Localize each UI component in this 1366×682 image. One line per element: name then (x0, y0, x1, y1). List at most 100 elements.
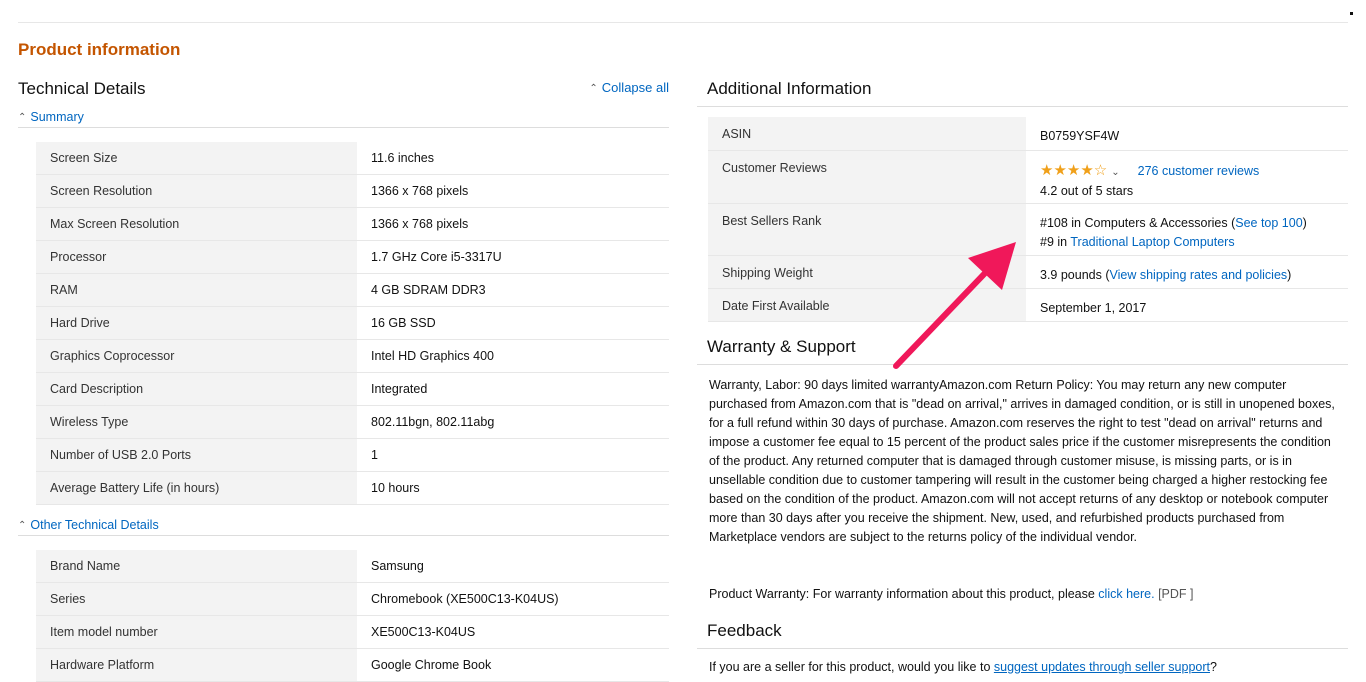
rank-1-text: #108 in Computers & Accessories ( (1040, 215, 1236, 230)
spec-value: Samsung (357, 550, 669, 583)
other-technical-details-table: Brand Name Samsung Series Chromebook (XE500… (36, 550, 669, 682)
spec-value: Integrated (357, 372, 669, 406)
spec-value: 1366 x 768 pixels (357, 207, 669, 241)
see-top-100-link[interactable]: See top 100 (1235, 216, 1302, 230)
table-row: Graphics Coprocessor Intel HD Graphics 40… (36, 339, 669, 373)
rank-1-close: ) (1302, 215, 1307, 230)
feedback-heading: Feedback (707, 621, 782, 640)
table-row: Series Chromebook (XE500C13-K04US) (36, 582, 669, 616)
spec-label: Processor (36, 240, 357, 274)
table-row: Item model number XE500C13-K04US (36, 615, 669, 649)
spec-label: Hard Drive (36, 306, 357, 340)
summary-toggle[interactable]: ⌃ Summary (18, 110, 669, 128)
table-row: Number of USB 2.0 Ports 1 (36, 438, 669, 472)
warranty-click-here-link[interactable]: click here. (1098, 587, 1154, 601)
page-marker (1350, 12, 1353, 15)
chevron-up-icon: ⌃ (18, 520, 27, 531)
customer-reviews-label: Customer Reviews (708, 150, 1026, 204)
chevron-up-icon: ⌃ (589, 83, 598, 94)
table-row: Average Battery Life (in hours) 10 hours (36, 471, 669, 505)
additional-information-heading: Additional Information (707, 79, 872, 98)
spec-label: Max Screen Resolution (36, 207, 357, 241)
table-row: Screen Resolution 1366 x 768 pixels (36, 174, 669, 208)
feedback-divider (697, 648, 1348, 649)
spec-label: Graphics Coprocessor (36, 339, 357, 373)
spec-label: Card Description (36, 372, 357, 406)
spec-value: 1.7 GHz Core i5-3317U (357, 240, 669, 274)
spec-label: Series (36, 582, 357, 616)
view-shipping-rates-link[interactable]: View shipping rates and policies (1110, 268, 1288, 282)
shipping-weight-value: 3.9 pounds (View shipping rates and poli… (1026, 255, 1348, 289)
other-technical-details-toggle[interactable]: ⌃ Other Technical Details (18, 518, 669, 536)
technical-details-heading: Technical Details (18, 79, 146, 98)
table-row: Card Description Integrated (36, 372, 669, 406)
star-filled-icon: ★★★★ (1040, 161, 1094, 179)
warranty-divider (697, 364, 1348, 365)
rank-2-text: #9 in (1040, 234, 1071, 249)
spec-label: RAM (36, 273, 357, 307)
table-row: RAM 4 GB SDRAM DDR3 (36, 273, 669, 307)
shipping-weight-close: ) (1287, 267, 1292, 282)
table-row: Shipping Weight 3.9 pounds (View shippin… (708, 255, 1348, 289)
product-warranty-text: Product Warranty: For warranty informati… (709, 587, 1099, 601)
table-row: Hard Drive 16 GB SSD (36, 306, 669, 340)
feedback-end: ? (1210, 660, 1217, 674)
annotation-arrow-icon (893, 242, 1016, 369)
table-row: Brand Name Samsung (36, 550, 669, 583)
table-row: ASIN B0759YSF4W (708, 117, 1348, 151)
product-warranty: Product Warranty: For warranty informati… (709, 587, 1193, 601)
spec-value: XE500C13-K04US (357, 615, 669, 649)
customer-reviews-value: ★★★★☆ ⌄ 276 customer reviews 4.2 out of 5 … (1026, 150, 1348, 204)
table-row: Wireless Type 802.11bgn, 802.11abg (36, 405, 669, 439)
additional-information-divider (697, 106, 1348, 107)
summary-table: Screen Size 11.6 inches Screen Resolution 1… (36, 142, 669, 505)
spec-label: Brand Name (36, 550, 357, 583)
spec-value: 1366 x 768 pixels (357, 174, 669, 208)
spec-value: 1 (357, 438, 669, 472)
table-row: Screen Size 11.6 inches (36, 142, 669, 175)
date-first-available-value: September 1, 2017 (1026, 288, 1348, 322)
spec-value: Google Chrome Book (357, 648, 669, 682)
spec-label: Screen Size (36, 142, 357, 175)
pdf-label: [PDF ] (1158, 587, 1194, 601)
additional-information-table: ASIN B0759YSF4W Customer Reviews ★★★★☆ ⌄ 2… (708, 117, 1348, 322)
section-title: Product information (18, 40, 181, 59)
spec-value: Chromebook (XE500C13-K04US) (357, 582, 669, 616)
warranty-text: Warranty, Labor: 90 days limited warrant… (709, 378, 1335, 544)
chevron-up-icon: ⌃ (18, 112, 27, 123)
table-row: Best Sellers Rank #108 in Computers & Ac… (708, 203, 1348, 256)
star-rating[interactable]: ★★★★☆ ⌄ (1040, 161, 1138, 179)
shipping-weight-text: 3.9 pounds ( (1040, 267, 1110, 282)
table-row: Customer Reviews ★★★★☆ ⌄ 276 customer revi… (708, 150, 1348, 204)
collapse-all-label: Collapse all (601, 80, 669, 95)
chevron-down-icon: ⌄ (1111, 166, 1120, 178)
warranty-support-heading: Warranty & Support (707, 337, 856, 356)
spec-value: Intel HD Graphics 400 (357, 339, 669, 373)
spec-value: 802.11bgn, 802.11abg (357, 405, 669, 439)
best-sellers-rank-value: #108 in Computers & Accessories (See top… (1026, 203, 1348, 256)
spec-value: 4 GB SDRAM DDR3 (357, 273, 669, 307)
table-row: Processor 1.7 GHz Core i5-3317U (36, 240, 669, 274)
rating-text: 4.2 out of 5 stars (1040, 183, 1134, 198)
spec-value: 11.6 inches (357, 142, 669, 175)
traditional-laptop-computers-link[interactable]: Traditional Laptop Computers (1070, 235, 1234, 249)
customer-reviews-link[interactable]: 276 customer reviews (1138, 164, 1260, 178)
summary-toggle-label: Summary (30, 110, 84, 124)
suggest-updates-link[interactable]: suggest updates through seller support (994, 660, 1210, 674)
other-technical-details-label: Other Technical Details (30, 518, 159, 532)
table-row: Hardware Platform Google Chrome Book (36, 648, 669, 682)
top-divider (18, 22, 1348, 23)
spec-value: 16 GB SSD (357, 306, 669, 340)
feedback-prompt: If you are a seller for this product, wo… (709, 660, 994, 674)
spec-label: Hardware Platform (36, 648, 357, 682)
spec-label: Screen Resolution (36, 174, 357, 208)
asin-value: B0759YSF4W (1026, 117, 1348, 151)
table-row: Date First Available September 1, 2017 (708, 288, 1348, 322)
feedback-text: If you are a seller for this product, wo… (709, 660, 1217, 674)
collapse-all-link[interactable]: ⌃ Collapse all (589, 80, 669, 95)
spec-label: Item model number (36, 615, 357, 649)
asin-label: ASIN (708, 117, 1026, 151)
spec-label: Average Battery Life (in hours) (36, 471, 357, 505)
spec-label: Number of USB 2.0 Ports (36, 438, 357, 472)
star-empty-icon: ☆ (1093, 161, 1108, 179)
